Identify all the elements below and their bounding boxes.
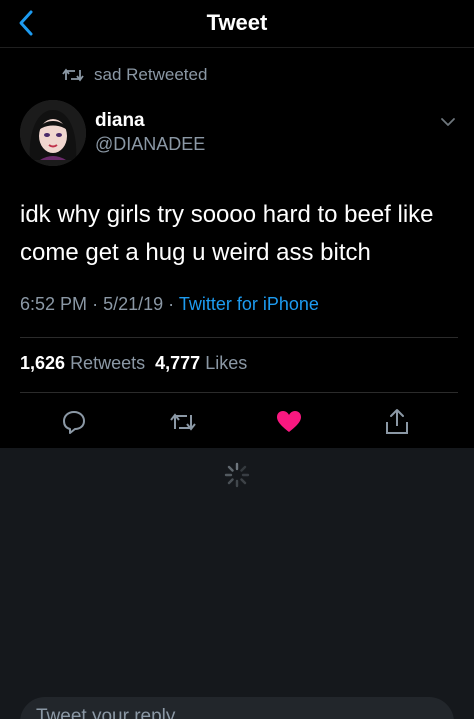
reply-placeholder: Tweet your reply — [36, 706, 176, 719]
share-button[interactable] — [380, 405, 414, 439]
divider — [20, 392, 458, 393]
tweet-stats: 1,626 Retweets 4,777 Likes — [20, 353, 247, 374]
retweet-icon — [170, 413, 196, 431]
retweet-icon — [62, 68, 84, 82]
meta-separator: · — [168, 294, 175, 314]
author-handle[interactable]: @DIANADEE — [95, 134, 205, 155]
tweet-source-link[interactable]: Twitter for iPhone — [179, 294, 319, 314]
reply-button[interactable] — [57, 405, 91, 439]
retweet-button[interactable] — [166, 405, 200, 439]
divider — [20, 337, 458, 338]
avatar[interactable] — [20, 100, 86, 166]
tweet-text: idk why girls try soooo hard to beef lik… — [20, 201, 434, 266]
likes-count: 4,777 — [155, 353, 201, 373]
tweet-date: 5/21/19 — [103, 294, 164, 314]
nav-bar: Tweet — [0, 0, 474, 48]
author-display-name[interactable]: diana — [95, 110, 145, 132]
tweet-meta: 6:52 PM · 5/21/19 · Twitter for iPhone — [20, 294, 319, 315]
chevron-down-icon[interactable] — [438, 112, 458, 132]
share-icon — [386, 409, 408, 434]
likes-stat[interactable]: 4,777 Likes — [155, 353, 247, 373]
reply-icon — [63, 411, 85, 434]
heart-filled-icon — [277, 411, 301, 432]
loading-spinner-icon — [224, 462, 250, 488]
retweet-context-label: sad Retweeted — [94, 65, 208, 84]
like-button[interactable] — [272, 405, 306, 439]
meta-separator: · — [92, 294, 99, 314]
avatar-image — [20, 100, 86, 166]
retweet-context[interactable]: sad Retweeted — [62, 64, 207, 86]
retweets-count: 1,626 — [20, 353, 66, 373]
retweets-stat[interactable]: 1,626 Retweets — [20, 353, 145, 373]
tweet-time: 6:52 PM — [20, 294, 88, 314]
retweets-label: Retweets — [70, 353, 146, 373]
likes-label: Likes — [205, 353, 248, 373]
page-title: Tweet — [206, 10, 268, 35]
